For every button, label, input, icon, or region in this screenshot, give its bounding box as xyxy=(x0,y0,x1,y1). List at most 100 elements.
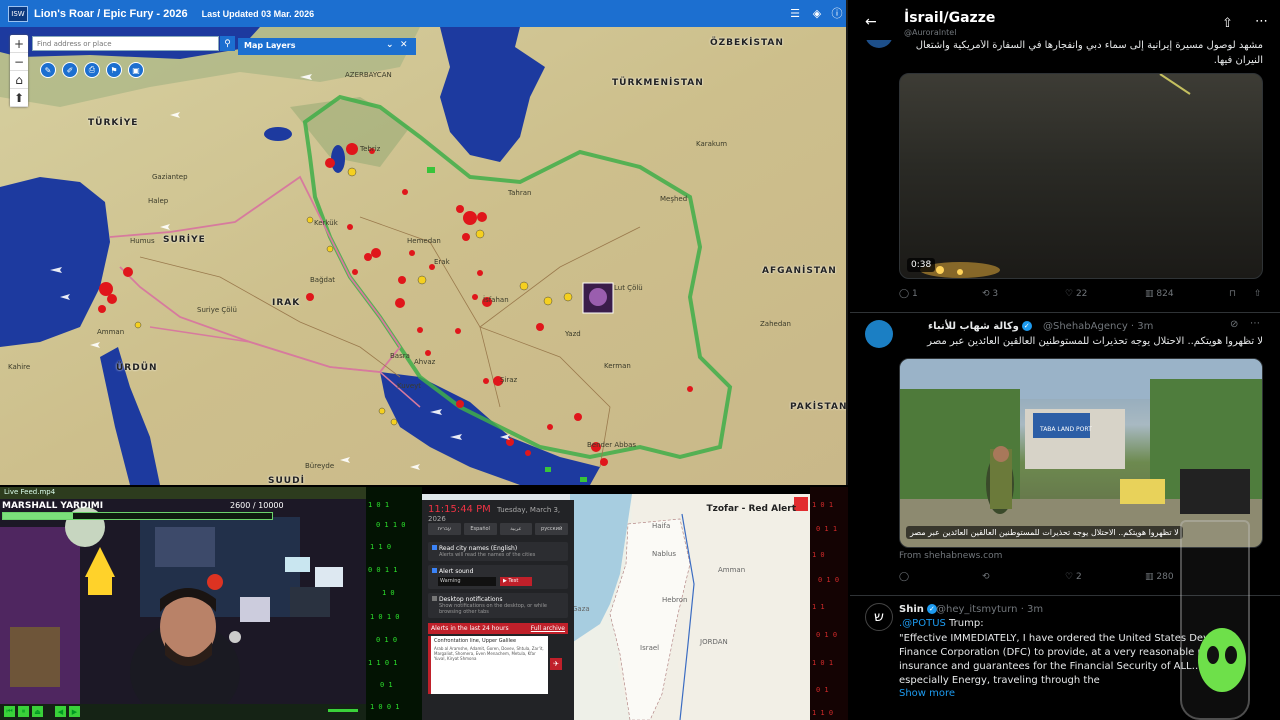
grok-icon[interactable]: ⊘ xyxy=(1230,319,1238,330)
desktop-notif-label: Desktop notifications xyxy=(439,596,503,603)
repost-count: 3 xyxy=(992,289,999,299)
share-icon[interactable]: ⇧ xyxy=(1222,16,1233,31)
post3-handle[interactable]: @hey_itsmyturn · 3m xyxy=(936,604,1043,615)
print-icon[interactable]: ⎙ xyxy=(84,62,100,78)
desktop-notifications-option[interactable]: Desktop notifications Show notifications… xyxy=(428,593,568,618)
lang-hebrew-button[interactable]: עברית xyxy=(428,523,461,535)
svg-text:0 0 1 1: 0 0 1 1 xyxy=(368,566,398,574)
like-button[interactable]: ♡ 22 xyxy=(1065,289,1087,299)
map-place: Amman xyxy=(718,566,745,574)
sound-select[interactable]: Warning xyxy=(438,577,496,586)
more-icon[interactable]: ⋯ xyxy=(1250,318,1260,329)
post1-video[interactable]: 0:38 xyxy=(899,73,1263,279)
svg-text:1 0 1: 1 0 1 xyxy=(812,659,833,667)
svg-text:1 0 1 0: 1 0 1 0 xyxy=(370,613,400,621)
lang-spanish-button[interactable]: Español xyxy=(463,523,497,535)
info-icon[interactable]: ⓘ xyxy=(828,5,846,21)
map-label: AFGANİSTAN xyxy=(762,266,837,276)
map-label: Erak xyxy=(434,258,450,266)
alert-card[interactable]: Confrontation line, Upper Galilee Arab a… xyxy=(428,636,562,694)
lang-arabic-button[interactable]: عربية xyxy=(499,523,533,535)
map-label: Basra xyxy=(390,352,410,360)
share-icon[interactable]: ⚑ xyxy=(106,62,122,78)
checkbox-icon[interactable] xyxy=(432,596,437,601)
repost-button[interactable]: ⟲ 3 xyxy=(982,289,998,299)
shin-logo-icon[interactable]: ש xyxy=(865,603,893,631)
close-icon[interactable]: ✕ xyxy=(400,40,408,50)
bookmark-icon[interactable]: ⊓ xyxy=(1229,289,1236,299)
more-icon[interactable]: ⋯ xyxy=(1255,14,1268,29)
repost-button[interactable]: ⟲ xyxy=(982,572,990,582)
like-button[interactable]: ♡ 2 xyxy=(1065,572,1082,582)
webcam-titlebar: Live Feed.mp4 xyxy=(0,487,366,499)
view-count: 280 xyxy=(1156,572,1174,582)
webcam-window: Live Feed.mp4 MARSHALL YARDIMI 2600 / 10… xyxy=(0,487,366,720)
post1-handle: @AuroraIntel xyxy=(904,28,957,37)
home-icon[interactable]: ⌂ xyxy=(10,71,28,89)
draw-icon[interactable]: ✐ xyxy=(62,62,78,78)
compass-icon[interactable]: ⬆ xyxy=(10,89,28,107)
full-archive-link[interactable]: Full archive xyxy=(531,625,565,632)
map-label: Bender Abbas xyxy=(587,441,637,449)
map-label: ÖZBEKİSTAN xyxy=(710,38,784,48)
eject-icon[interactable]: ⏏ xyxy=(32,706,43,717)
post3-head: Trump: xyxy=(945,618,984,629)
post2-handle[interactable]: @ShehabAgency · 3m xyxy=(1043,321,1153,332)
collapse-icon[interactable]: ⌄ xyxy=(386,40,394,50)
map-place: Gaza xyxy=(572,605,590,613)
post2-author[interactable]: وكالة شهاب للأنباء ✓ xyxy=(928,321,1035,332)
image-caption: لا تظهروا هويتكم.. الاحتلال يوجه تحذيرات… xyxy=(906,526,1183,539)
lang-russian-button[interactable]: русский xyxy=(535,523,568,535)
isw-logo: ISW xyxy=(8,5,28,22)
matrix-rain-decoration: 1 0 1 0 1 1 1 0 0 1 0 1 1 0 1 0 1 0 1 0 1 1 1 … xyxy=(810,487,848,720)
potus-mention[interactable]: .@POTUS xyxy=(899,618,946,629)
checkbox-checked-icon[interactable] xyxy=(432,568,437,573)
next-icon[interactable]: ▶ xyxy=(69,706,80,717)
map-title: Lion's Roar / Epic Fury - 2026 xyxy=(34,7,188,20)
map-label: Ahvaz xyxy=(414,358,436,366)
alert-sound-option[interactable]: Alert sound Warning ▶ Test xyxy=(428,565,568,589)
show-more-link[interactable]: Show more xyxy=(899,688,955,699)
list-icon[interactable]: ☰ xyxy=(786,5,804,21)
post3-author[interactable]: Shin ✓ xyxy=(899,604,940,615)
volume-slider[interactable] xyxy=(328,709,358,712)
map-search-input[interactable] xyxy=(32,36,219,51)
rocket-alert-icon[interactable]: ✈ xyxy=(550,658,562,670)
alert-map[interactable]: Amman Israel Gaza JORDAN Haifa Nablus He… xyxy=(570,494,810,720)
avatar[interactable] xyxy=(865,320,893,348)
link-source[interactable]: From shehabnews.com xyxy=(899,551,1002,561)
svg-text:1 0 1: 1 0 1 xyxy=(368,501,389,509)
search-icon[interactable]: ⚲ xyxy=(220,36,235,51)
views-button[interactable]: ▥ 824 xyxy=(1145,289,1174,299)
desktop: ISW Lion's Roar / Epic Fury - 2026 Last … xyxy=(0,0,1280,720)
back-arrow-icon[interactable]: ← xyxy=(865,14,877,30)
skip-back-icon[interactable]: ⏮ xyxy=(4,706,15,717)
alert-settings-panel: 11:15:44 PM Tuesday, March 3, 2026 עברית… xyxy=(422,500,574,720)
map-label: TÜRKMENİSTAN xyxy=(612,78,704,88)
map-canvas[interactable] xyxy=(0,27,848,485)
svg-text:1 0 1: 1 0 1 xyxy=(812,501,833,509)
layers-icon[interactable]: ◈ xyxy=(808,5,826,21)
zoom-out-button[interactable]: − xyxy=(10,53,28,71)
prev-icon[interactable]: ◀ xyxy=(55,706,66,717)
map-label: Halep xyxy=(148,197,169,205)
save-icon[interactable]: ▣ xyxy=(128,62,144,78)
red-alert-app: Amman Israel Gaza JORDAN Haifa Nablus He… xyxy=(422,494,810,720)
community-title: İsrail/Gazze xyxy=(904,10,996,26)
measure-icon[interactable]: ✎ xyxy=(40,62,56,78)
share-icon[interactable]: ⇧ xyxy=(1254,289,1262,299)
zoom-in-button[interactable]: + xyxy=(10,35,28,53)
reply-button[interactable]: ◯ 1 xyxy=(899,289,918,299)
like-count: 22 xyxy=(1075,289,1088,299)
pause-icon[interactable]: ⏸ xyxy=(18,706,29,717)
player-controls: ⏮ ⏸ ⏏ ◀ ▶ xyxy=(0,704,366,720)
reply-button[interactable]: ◯ xyxy=(899,572,909,582)
map-label: Tahran xyxy=(508,189,532,197)
sign-text: TABA LAND PORT xyxy=(1039,426,1092,433)
checkbox-checked-icon[interactable] xyxy=(432,545,437,550)
post2-text: لا تظهروا هويتكم.. الاحتلال يوجه تحذيرات… xyxy=(927,336,1263,347)
map-layers-panel[interactable]: Map Layers ⌄ ✕ xyxy=(238,38,416,55)
read-names-option[interactable]: Read city names (English) Alerts will re… xyxy=(428,542,568,561)
views-button[interactable]: ▥ 280 xyxy=(1145,572,1174,582)
test-sound-button[interactable]: ▶ Test xyxy=(500,577,532,586)
